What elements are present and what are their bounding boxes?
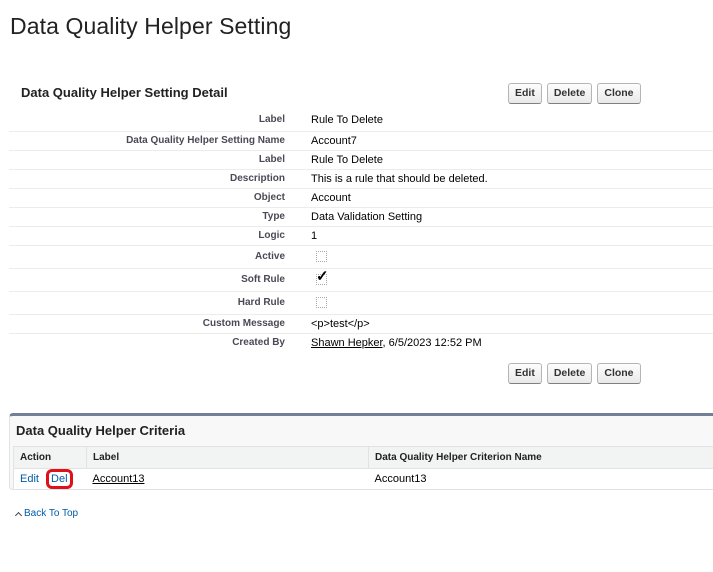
back-to-top-link[interactable]: Back To Top xyxy=(14,508,79,519)
field-row-type: Type Data Validation Setting xyxy=(9,207,713,227)
field-label: Active xyxy=(9,245,297,269)
created-timestamp: , 6/5/2023 12:52 PM xyxy=(382,336,482,349)
field-row-label-top: Label Rule To Delete xyxy=(9,109,713,132)
top-button-bar: Edit Delete Clone xyxy=(508,83,641,104)
clone-button[interactable]: Clone xyxy=(597,83,641,104)
field-label: Hard Rule xyxy=(9,291,297,315)
clone-button-bottom[interactable]: Clone xyxy=(597,363,641,384)
chevron-up-icon xyxy=(14,511,23,519)
field-row-active: Active xyxy=(9,245,713,269)
field-row-created-by: Created By Shawn Hepker, 6/5/2023 12:52 … xyxy=(9,333,713,352)
field-label: Created By xyxy=(232,337,285,349)
field-value: Account7 xyxy=(297,131,713,151)
active-checkbox-unchecked-icon xyxy=(316,251,327,263)
field-value: Rule To Delete xyxy=(297,150,713,170)
label-cell: Account13 xyxy=(86,468,369,490)
column-header-label: Label xyxy=(86,446,369,469)
field-label: Data Quality Helper Setting Name xyxy=(9,131,297,151)
field-row-object: Object Account xyxy=(9,188,713,208)
field-label: Type xyxy=(9,207,297,227)
criterion-name-cell: Account13 xyxy=(368,468,713,490)
detail-fields-table: Label Rule To Delete Data Quality Helper… xyxy=(9,109,713,352)
criteria-table: Action Label Data Quality Helper Criteri… xyxy=(13,446,713,490)
field-row-description: Description This is a rule that should b… xyxy=(9,169,713,189)
column-header-action: Action xyxy=(13,446,87,469)
field-label: Description xyxy=(9,169,297,189)
delete-button-bottom[interactable]: Delete xyxy=(546,363,593,384)
checkmark-icon: ✓ xyxy=(316,268,329,286)
field-row-label: Label Rule To Delete xyxy=(9,150,713,170)
field-value: Account xyxy=(297,188,713,208)
soft-rule-checkbox-checked-icon: ✓ xyxy=(316,269,329,286)
row-edit-link[interactable]: Edit xyxy=(20,473,39,485)
field-label: Logic xyxy=(9,226,297,246)
hard-rule-checkbox-unchecked-icon xyxy=(316,297,327,309)
delete-button[interactable]: Delete xyxy=(546,83,593,104)
criteria-title: Data Quality Helper Criteria xyxy=(16,423,186,438)
criterion-record-link[interactable]: Account13 xyxy=(93,473,145,485)
field-value: This is a rule that should be deleted. xyxy=(297,169,713,189)
created-by-user-link[interactable]: Shawn Hepker xyxy=(311,337,383,349)
criteria-related-list: Data Quality Helper Criteria Action Labe… xyxy=(9,413,713,490)
criteria-header-row: Action Label Data Quality Helper Criteri… xyxy=(13,446,713,469)
row-del-link[interactable]: Del xyxy=(46,469,73,489)
page-title: Data Quality Helper Setting xyxy=(10,13,292,39)
field-row-custom-message: Custom Message <p>test</p> xyxy=(9,314,713,334)
edit-button[interactable]: Edit xyxy=(508,83,542,104)
bottom-button-bar: Edit Delete Clone xyxy=(508,363,641,384)
field-label: Label xyxy=(9,109,297,132)
field-row-setting-name: Data Quality Helper Setting Name Account… xyxy=(9,131,713,151)
field-label: Custom Message xyxy=(9,314,297,334)
field-row-logic: Logic 1 xyxy=(9,226,713,246)
action-cell: Edit Del xyxy=(13,468,87,490)
field-row-soft-rule: Soft Rule ✓ xyxy=(9,268,713,292)
field-label: Object xyxy=(9,188,297,208)
field-value: 1 xyxy=(297,226,713,246)
column-header-criterion-name: Data Quality Helper Criterion Name xyxy=(368,446,713,469)
detail-section-header: Data Quality Helper Setting Detail xyxy=(21,85,228,100)
field-label: Label xyxy=(9,150,297,170)
field-row-hard-rule: Hard Rule xyxy=(9,291,713,315)
field-value: Data Validation Setting xyxy=(297,207,713,227)
field-value: <p>test</p> xyxy=(297,314,713,334)
field-label: Soft Rule xyxy=(9,268,297,292)
field-value: Rule To Delete xyxy=(297,109,713,132)
table-row: Edit Del Account13 Account13 xyxy=(13,468,713,490)
back-to-top-label: Back To Top xyxy=(24,508,79,519)
edit-button-bottom[interactable]: Edit xyxy=(508,363,542,384)
